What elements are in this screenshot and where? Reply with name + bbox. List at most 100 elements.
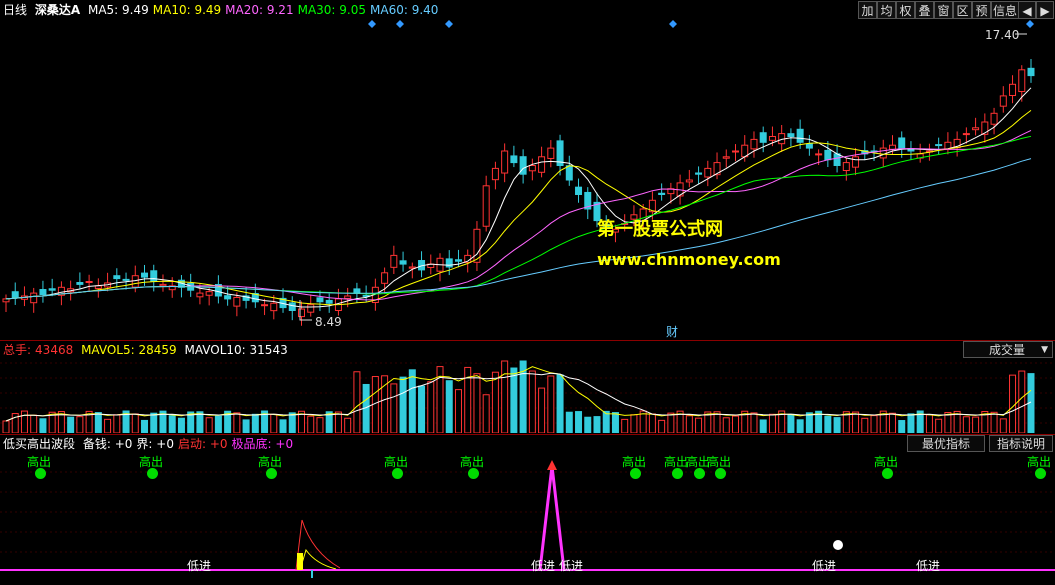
volume-bar (141, 419, 149, 433)
volume-bar (288, 412, 296, 433)
ma-label-3: MA30: 9.05 (297, 3, 367, 17)
ma-label-1: MA10: 9.49 (152, 3, 222, 17)
wave-indicator-chart[interactable] (0, 452, 1055, 585)
volume-bar (334, 411, 342, 433)
volume-bar (307, 415, 315, 433)
candle-body (962, 133, 970, 136)
volume-bar (528, 370, 536, 433)
candle-body (307, 304, 315, 313)
volume-bar (279, 419, 287, 433)
volume-bar (344, 417, 352, 433)
candle-body (48, 288, 56, 291)
toolbar-button-1[interactable]: 均 (877, 1, 896, 19)
total-volume-label: 总手: (3, 343, 32, 357)
sell-signal-dot (35, 468, 46, 479)
candle-body (759, 132, 767, 143)
mavol5-label: MAVOL5: 28459 (81, 343, 177, 357)
watermark-url: www.chnmoney.com (597, 250, 781, 269)
ma-label-2: MA20: 9.21 (225, 3, 294, 17)
volume-bar (768, 413, 776, 433)
candle-body (39, 289, 47, 296)
event-marker-3 (669, 20, 677, 28)
volume-bar (962, 416, 970, 433)
buy-signal-label: 低进 (916, 559, 941, 573)
candle-body (141, 272, 149, 278)
volume-bar (501, 360, 509, 433)
volume-bar (999, 418, 1007, 433)
candle-body (390, 254, 398, 268)
toolbar-button-0[interactable]: 加 (858, 1, 877, 19)
candle-body (852, 156, 860, 168)
indicator-header: 低买高出波段 备钱: +0 界: +0 启动: +0 极品底: +0 (3, 435, 301, 453)
toolbar-button-3[interactable]: 叠 (915, 1, 934, 19)
toolbar-button-2[interactable]: 权 (896, 1, 915, 19)
volume-bar (796, 419, 804, 433)
finance-marker[interactable]: 财 (666, 323, 678, 340)
indicator-item-3: 极品底: +0 (231, 437, 294, 451)
volume-bar (1009, 374, 1017, 433)
high-price-label: 17.40 (985, 28, 1020, 42)
candle-body (270, 302, 278, 312)
volume-bar (177, 417, 185, 433)
candle-body (768, 136, 776, 141)
volume-bar (870, 415, 878, 433)
candle-body (575, 186, 583, 195)
volume-bar (427, 381, 435, 433)
volume-bar (547, 375, 555, 433)
volume-bar (852, 411, 860, 433)
volume-bar (242, 419, 250, 433)
candle-body (879, 147, 887, 159)
ma30-line (5, 135, 1032, 300)
ma-legend: MA5: 9.49 MA10: 9.49 MA20: 9.21 MA30: 9.05 M… (88, 3, 442, 17)
price-header: 日线 深桑达A MA5: 9.49 MA10: 9.49 MA20: 9.21 MA3… (3, 0, 446, 20)
volume-bar (113, 414, 121, 433)
startup-curve-2 (299, 548, 337, 571)
ma60-line (5, 158, 1032, 300)
candle-body (898, 137, 906, 149)
ma-label-0: MA5: 9.49 (87, 3, 149, 17)
candle-body (750, 138, 758, 150)
candle-body (224, 295, 232, 300)
candle-body (704, 167, 712, 178)
indicator-item-1: 界: +0 (136, 437, 174, 451)
volume-chart[interactable] (0, 358, 1055, 433)
watermark-title: 第一股票公式网 (597, 219, 723, 240)
volume-bar (538, 387, 546, 433)
period-label[interactable]: 日线 (3, 3, 27, 17)
candle-body (833, 153, 841, 166)
sell-signal-dot (266, 468, 277, 479)
volume-bar (39, 418, 47, 433)
candle-body (297, 308, 305, 318)
indicator-item-2: 启动: +0 (177, 437, 228, 451)
candle-body (353, 288, 361, 294)
volume-bar (30, 414, 38, 433)
candlestick-chart[interactable] (0, 20, 1055, 340)
volume-bar (805, 412, 813, 433)
candle-body (491, 167, 499, 181)
volume-bar (445, 380, 453, 433)
toolbar-button-9[interactable]: ▶ (1036, 1, 1054, 19)
volume-bar (399, 376, 407, 433)
volume-bar (630, 414, 638, 433)
candle-body (159, 283, 167, 287)
best-indicator-button[interactable]: 最优指标 (907, 435, 985, 452)
candle-body (565, 165, 573, 181)
volume-indicator-select[interactable]: 成交量 ▼ (963, 341, 1053, 358)
toolbar-button-6[interactable]: 预 (972, 1, 991, 19)
volume-bar (759, 419, 767, 433)
volume-bar (898, 420, 906, 433)
sell-signal-dot (147, 468, 158, 479)
toolbar-button-4[interactable]: 窗 (934, 1, 953, 19)
candle-body (510, 155, 518, 164)
volume-bar (168, 415, 176, 433)
volume-bar (658, 419, 666, 433)
candle-body (316, 297, 324, 303)
candle-body (150, 270, 158, 282)
volume-bar (750, 412, 758, 433)
indicator-help-button[interactable]: 指标说明 (989, 435, 1053, 452)
reserve-dot (833, 540, 843, 550)
candle-body (815, 153, 823, 156)
toolbar-button-8[interactable]: ◀ (1018, 1, 1036, 19)
toolbar-button-7[interactable]: 信息 (991, 1, 1019, 19)
toolbar-button-5[interactable]: 区 (953, 1, 972, 19)
